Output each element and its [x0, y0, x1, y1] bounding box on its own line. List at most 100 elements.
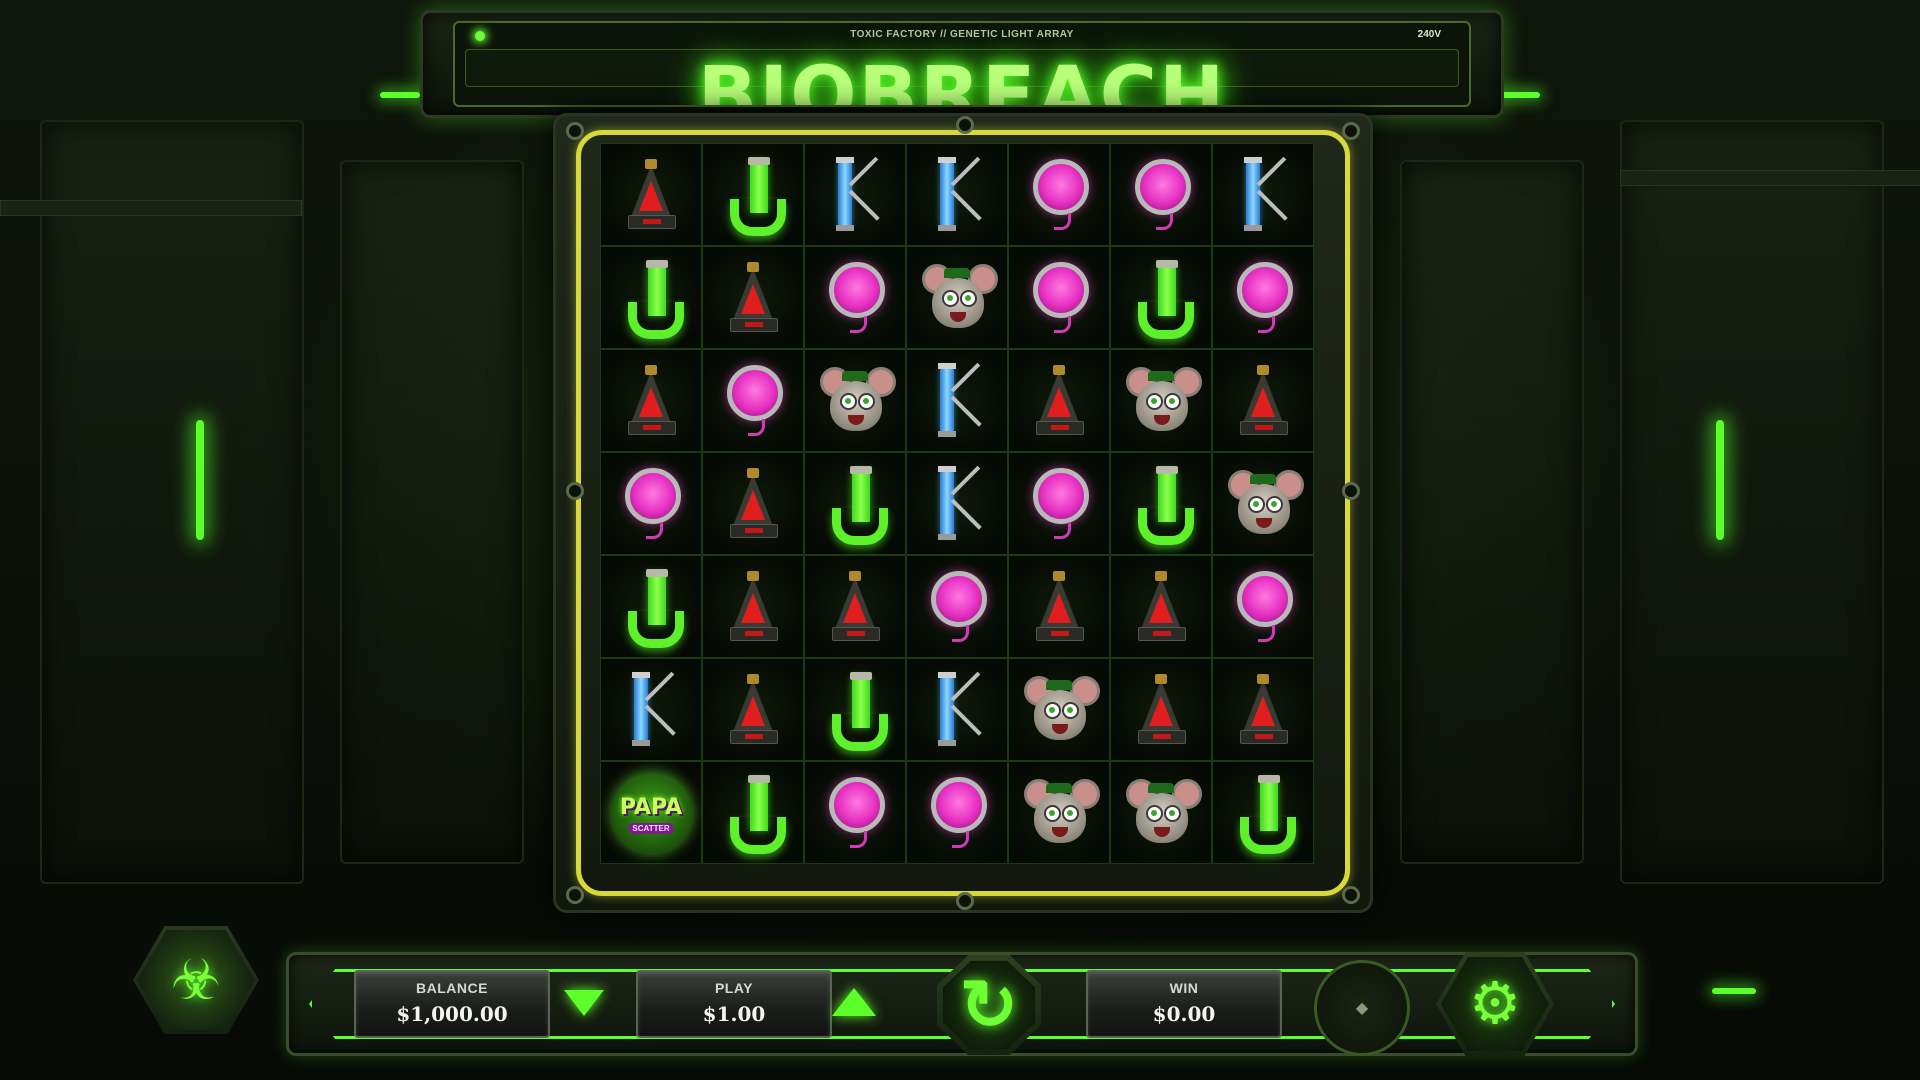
reel-cell [600, 658, 702, 761]
red-flask-a-icon [1126, 567, 1196, 647]
reel-cell [804, 761, 906, 864]
pink-orb-q-icon [820, 773, 890, 853]
reel-cell [1110, 349, 1212, 452]
lab-rat-icon [1228, 464, 1304, 544]
pink-orb-q-icon [922, 773, 992, 853]
green-tube-j-icon [616, 258, 686, 339]
reel-cell [804, 658, 906, 761]
red-flask-a-icon [1024, 361, 1094, 441]
bolt-icon [956, 892, 974, 910]
reel-cell [1110, 246, 1212, 349]
gear-icon: ⚙ [1469, 971, 1521, 1036]
bet-decrease-button[interactable] [564, 990, 604, 1016]
red-flask-a-icon [718, 567, 788, 647]
wall-light [196, 420, 204, 540]
green-tube-j-icon [1126, 464, 1196, 545]
lab-rat-icon [1126, 361, 1202, 441]
pink-orb-q-icon [616, 464, 686, 544]
reel-cell [1008, 658, 1110, 761]
wall-light [1716, 420, 1724, 540]
win-value: $0.00 [1152, 1002, 1216, 1026]
reel-cell [906, 349, 1008, 452]
red-flask-a-icon [718, 464, 788, 544]
title-sign-panel: TOXIC FACTORY // GENETIC LIGHT ARRAY 240… [453, 21, 1471, 107]
reel-cell [1212, 658, 1314, 761]
bolt-icon [566, 122, 584, 140]
reel-cell [702, 246, 804, 349]
blue-vial-k-icon [922, 155, 992, 235]
reel-cell [1212, 555, 1314, 658]
reel-cell [1212, 761, 1314, 864]
pink-orb-q-icon [1228, 567, 1298, 647]
bolt-icon [1342, 482, 1360, 500]
win-label: WIN [1169, 980, 1199, 996]
autoplay-icon: ◆ [1355, 1000, 1369, 1017]
blue-vial-k-icon [922, 464, 992, 544]
reel-cell [702, 452, 804, 555]
play-value: $1.00 [702, 1002, 766, 1026]
bet-increase-button[interactable] [832, 988, 876, 1016]
reel-cell [906, 761, 1008, 864]
blue-vial-k-icon [922, 361, 992, 441]
reel-cell [702, 658, 804, 761]
red-flask-a-icon [718, 670, 788, 750]
red-flask-a-icon [616, 361, 686, 441]
reel-cell [804, 452, 906, 555]
pink-orb-q-icon [718, 361, 788, 441]
bolt-icon [956, 116, 974, 134]
reel-cell [1008, 761, 1110, 864]
lab-rat-icon [922, 258, 998, 338]
red-flask-a-icon [1228, 361, 1298, 441]
wall-panel-left [40, 120, 304, 884]
scatter-tag: SCATTER [628, 822, 674, 834]
pink-orb-q-icon [820, 258, 890, 338]
reel-cell [1212, 452, 1314, 555]
wall-panel-left-inner [340, 160, 524, 864]
red-flask-a-icon [616, 155, 686, 235]
red-flask-a-icon [1024, 567, 1094, 647]
game-title: BIOBREACH [697, 51, 1227, 107]
title-sign: TOXIC FACTORY // GENETIC LIGHT ARRAY 240… [420, 10, 1504, 118]
reel-cell [906, 658, 1008, 761]
red-flask-a-icon [1126, 670, 1196, 750]
pipe [0, 200, 302, 216]
blue-vial-k-icon [922, 670, 992, 750]
balance-display: BALANCE $1,000.00 [354, 970, 550, 1038]
reel-cell [600, 555, 702, 658]
pink-orb-q-icon [1228, 258, 1298, 338]
reel-cell [702, 349, 804, 452]
lab-rat-icon [1024, 773, 1100, 853]
win-display: WIN $0.00 [1086, 970, 1282, 1038]
biohazard-icon: ☣ [170, 948, 222, 1011]
bolt-icon [566, 482, 584, 500]
autoplay-button[interactable]: ◆ [1314, 960, 1410, 1056]
reel-grid: PAPA SCATTER [600, 143, 1314, 864]
reel-cell [702, 143, 804, 246]
reel-cell [906, 246, 1008, 349]
reel-cell [1110, 143, 1212, 246]
green-tube-j-icon [616, 567, 686, 648]
pink-orb-q-icon [1024, 258, 1094, 338]
reel-cell [1110, 761, 1212, 864]
lab-rat-icon [1126, 773, 1202, 853]
reel-cell [600, 246, 702, 349]
green-tube-j-icon [718, 155, 788, 236]
wall-light [1712, 988, 1756, 994]
play-display: PLAY $1.00 [636, 970, 832, 1038]
blue-vial-k-icon [616, 670, 686, 750]
reel-cell [804, 246, 906, 349]
reel-cell [600, 349, 702, 452]
reel-cell [906, 452, 1008, 555]
red-flask-a-icon [1228, 670, 1298, 750]
green-tube-j-icon [820, 464, 890, 545]
reel-cell [906, 143, 1008, 246]
reel-cell [1110, 658, 1212, 761]
reel-cell: PAPA SCATTER [600, 761, 702, 864]
reel-cell [702, 761, 804, 864]
red-flask-a-icon [820, 567, 890, 647]
blue-vial-k-icon [820, 155, 890, 235]
papa-scatter-icon: PAPA SCATTER [612, 772, 692, 853]
bolt-icon [1342, 122, 1360, 140]
reel-cell [804, 349, 906, 452]
reel-cell [1008, 143, 1110, 246]
